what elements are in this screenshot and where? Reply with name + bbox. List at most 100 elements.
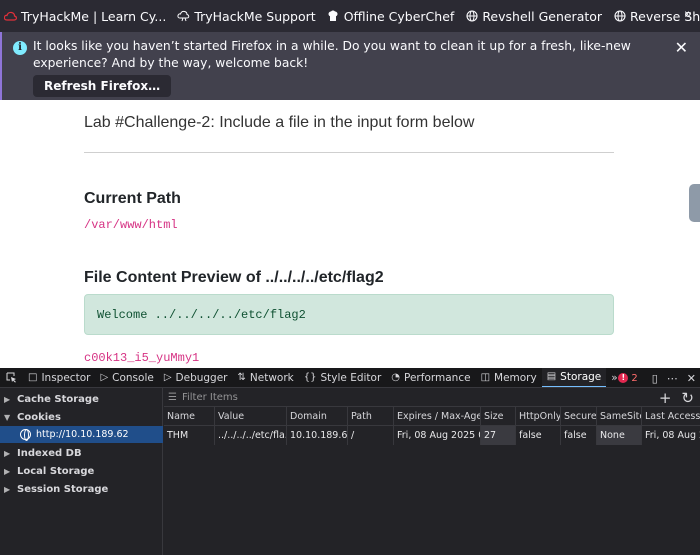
globe-icon [465,10,478,23]
expand-arrow-icon: ▶ [4,484,11,494]
cell-httponly: false [515,426,560,445]
error-count-badge[interactable]: ! 2 [618,372,638,384]
network-icon: ⇅ [237,372,246,383]
tree-item-cookie-host[interactable]: http://10.10.189.62 [0,426,163,443]
tab-label: Performance [404,371,471,384]
column-header-secure[interactable]: Secure [560,407,596,426]
flag-value: c00k13_i5_yuMmy1 [84,351,200,365]
column-header-name[interactable]: Name [164,407,214,426]
bookmark-label: Revshell Generator [482,8,603,24]
cell-domain: 10.10.189.62 [286,426,347,445]
bookmarks-toolbar: TryHackMe | Learn Cy... TryHackMe Suppor… [0,0,700,32]
current-path-value: /var/www/html [84,218,178,232]
tab-style-editor[interactable]: {} Style Editor [299,368,387,387]
refresh-firefox-button[interactable]: Refresh Firefox… [33,75,172,97]
filter-items-input[interactable]: Filter Items [182,392,238,403]
collapse-arrow-icon: ▼ [4,412,11,422]
filter-icon: ☰ [168,391,177,403]
tab-label: Console [112,371,154,384]
bookmark-cyberchef[interactable]: Offline CyberChef [327,8,455,24]
tab-storage[interactable]: ▤ Storage [541,368,607,387]
close-icon[interactable]: ✕ [675,38,688,57]
tree-item-cache-storage[interactable]: ▶ Cache Storage [0,390,163,408]
table-header: Name Value Domain Path Expires / Max-Age… [164,407,700,426]
bookmark-support[interactable]: TryHackMe Support [177,9,316,24]
cell-last-accessed: Fri, 08 Aug 202 [641,426,700,445]
tab-console[interactable]: ▷ Console [95,368,158,387]
cell-samesite: None [596,426,641,445]
responsive-design-icon[interactable]: ▯ [652,372,658,385]
column-header-expires[interactable]: Expires / Max-Age [393,407,480,426]
expand-arrow-icon: ▶ [4,448,11,458]
tab-label: Inspector [41,371,91,384]
bookmark-tryhackme[interactable]: TryHackMe | Learn Cy... [4,9,166,24]
tree-item-indexed-db[interactable]: ▶ Indexed DB [0,444,163,462]
cell-value: ../../../../etc/fla... [214,426,286,445]
tab-network[interactable]: ⇅ Network [233,368,299,387]
notification-message: It looks like you haven’t started Firefo… [33,39,631,70]
memory-icon: ◫ [480,372,491,383]
pick-element-button[interactable] [0,368,23,387]
table-row[interactable]: THM ../../../../etc/fla... 10.10.189.62 … [164,426,700,445]
devtools-panel: □ Inspector ▷ Console ▷ Debugger ⇅ Network {… [0,368,700,555]
tab-debugger[interactable]: ▷ Debugger [159,368,233,387]
add-item-icon[interactable]: + [659,389,672,407]
tree-item-session-storage[interactable]: ▶ Session Storage [0,480,163,498]
cookie-host-label: http://10.10.189.62 [36,429,129,440]
expand-arrow-icon: ▶ [4,394,11,404]
tab-label: Style Editor [320,371,382,384]
tree-item-label: Session Storage [17,483,109,495]
cell-path: / [347,426,393,445]
globe-icon [20,429,31,441]
tree-item-cookies[interactable]: ▼ Cookies [0,408,163,426]
column-header-httponly[interactable]: HttpOnly [515,407,560,426]
devtools-toolbar: □ Inspector ▷ Console ▷ Debugger ⇅ Network {… [0,368,700,388]
cell-name: THM [167,430,189,441]
console-icon: ▷ [100,372,109,383]
cell-expires: Fri, 08 Aug 2025 08... [393,426,480,445]
pick-element-icon [6,372,16,383]
firefox-refresh-notification: i It looks like you haven’t started Fire… [0,32,700,100]
refresh-icon[interactable]: ↻ [681,389,694,407]
tab-label: Debugger [175,371,228,384]
expand-arrow-icon: ▶ [4,466,11,476]
column-header-domain[interactable]: Domain [286,407,347,426]
inspector-icon: □ [28,372,38,383]
tab-performance[interactable]: ◔ Performance [386,368,475,387]
side-panel-handle[interactable] [689,184,700,222]
devtools-menu-icon[interactable]: ⋯ [667,372,678,385]
divider [84,152,614,153]
page-content: Lab #Challenge-2: Include a file in the … [0,100,700,368]
globe-icon [613,10,626,23]
tab-inspector[interactable]: □ Inspector [23,368,95,387]
column-header-last-accessed[interactable]: Last Accessed [641,407,700,426]
column-header-samesite[interactable]: SameSite [596,407,641,426]
support-icon [177,10,190,23]
devtools-toolbar-right: ! 2 ▯ ⋯ ✕ [618,368,696,387]
column-header-path[interactable]: Path [347,407,393,426]
filter-bar: ☰ Filter Items + ↻ [164,388,700,407]
tree-item-label: Cache Storage [17,393,99,405]
performance-icon: ◔ [391,372,401,383]
tab-memory[interactable]: ◫ Memory [476,368,542,387]
storage-icon: ▤ [546,371,557,382]
chef-icon [327,10,340,23]
bookmark-label: TryHackMe | Learn Cy... [21,8,167,24]
error-icon: ! [618,373,629,383]
close-devtools-icon[interactable]: ✕ [687,372,696,385]
bookmark-label: Offline CyberChef [343,8,455,24]
error-count: 2 [631,372,638,384]
tab-label: Storage [560,370,602,383]
tree-item-label: Indexed DB [17,447,82,459]
column-header-size[interactable]: Size [480,407,515,426]
column-header-value[interactable]: Value [214,407,286,426]
bookmark-revshell[interactable]: Revshell Generator [465,9,602,24]
cell-size: 27 [480,426,515,445]
tab-label: Memory [494,371,537,384]
current-path-heading: Current Path [84,190,181,207]
preview-heading-file: ../../../../etc/flag2 [265,269,384,286]
tree-item-label: Cookies [17,411,61,423]
tree-item-local-storage[interactable]: ▶ Local Storage [0,462,163,480]
cell-secure: false [560,426,596,445]
more-bookmarks-chevron-icon[interactable]: » [684,7,692,22]
